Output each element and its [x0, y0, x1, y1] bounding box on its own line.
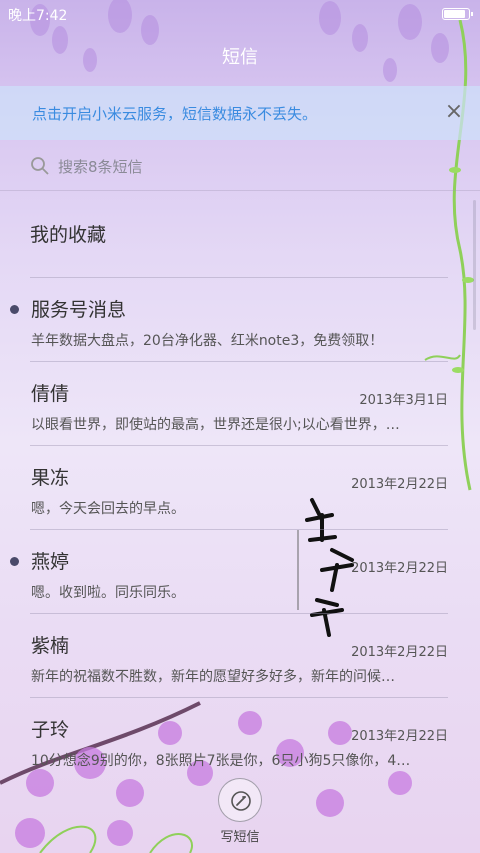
conversation-name: 紫楠 — [31, 635, 70, 657]
conversation-name: 倩倩 — [31, 383, 70, 405]
cloud-service-banner[interactable]: 点击开启小米云服务，短信数据永不丢失。 × — [0, 86, 480, 140]
conversation-item[interactable]: 子玲 2013年2月22日 10分想念9别的你，8张照片7张是你，6只小狗5只像… — [0, 698, 480, 782]
divider — [0, 190, 480, 191]
conversation-date: 2013年2月22日 — [351, 645, 448, 660]
conversation-name: 果冻 — [31, 467, 70, 489]
conversation-list: 服务号消息 羊年数据大盘点，20台净化器、红米note3，免费领取！ 倩倩 20… — [0, 278, 480, 782]
conversation-preview: 嗯，今天会回去的早点。 — [31, 501, 185, 517]
scrollbar[interactable] — [473, 200, 476, 330]
banner-text[interactable]: 点击开启小米云服务，短信数据永不丢失。 — [32, 103, 317, 124]
conversation-item[interactable]: 倩倩 2013年3月1日 以眼看世界，即使站的最高，世界还是很小;以心看世界，… — [0, 362, 480, 446]
compose-icon — [231, 791, 251, 811]
conversation-name: 燕婷 — [31, 551, 70, 573]
conversation-item[interactable]: 紫楠 2013年2月22日 新年的祝福数不胜数，新年的愿望好多好多，新年的问候… — [0, 614, 480, 698]
search-input[interactable] — [58, 150, 438, 184]
conversation-date: 2013年2月22日 — [351, 729, 448, 744]
close-icon[interactable]: × — [442, 100, 466, 124]
title-bar: 短信 — [0, 40, 480, 76]
page-title: 短信 — [222, 47, 258, 68]
search-icon — [31, 157, 49, 175]
conversation-item[interactable]: 燕婷 2013年2月22日 嗯。收到啦。同乐同乐。 — [0, 530, 480, 614]
conversation-name: 子玲 — [31, 719, 70, 741]
favorites-entry[interactable]: 我的收藏 — [30, 220, 450, 260]
conversation-item[interactable]: 服务号消息 羊年数据大盘点，20台净化器、红米note3，免费领取！ — [0, 278, 480, 362]
conversation-preview: 羊年数据大盘点，20台净化器、红米note3，免费领取！ — [31, 333, 384, 349]
conversation-preview: 新年的祝福数不胜数，新年的愿望好多好多，新年的问候… — [31, 669, 395, 685]
status-bar: 晚上7:42 — [0, 0, 480, 28]
conversation-date: 2013年2月22日 — [351, 561, 448, 576]
favorites-label: 我的收藏 — [30, 224, 107, 246]
conversation-item[interactable]: 果冻 2013年2月22日 嗯，今天会回去的早点。 — [0, 446, 480, 530]
conversation-preview: 嗯。收到啦。同乐同乐。 — [31, 585, 185, 601]
conversation-preview: 10分想念9别的你，8张照片7张是你，6只小狗5只像你，4… — [31, 753, 411, 769]
status-time: 晚上7:42 — [8, 8, 68, 24]
conversation-date: 2013年2月22日 — [351, 477, 448, 492]
conversation-date: 2013年3月1日 — [359, 393, 448, 408]
unread-indicator — [10, 557, 19, 566]
search-bar[interactable] — [30, 150, 450, 184]
unread-indicator — [10, 305, 19, 314]
conversation-name: 服务号消息 — [31, 299, 127, 321]
battery-icon — [442, 8, 473, 20]
conversation-preview: 以眼看世界，即使站的最高，世界还是很小;以心看世界，… — [31, 417, 400, 433]
compose-label: 写短信 — [220, 830, 260, 845]
battery-level — [444, 10, 465, 18]
compose-button[interactable] — [218, 778, 262, 822]
